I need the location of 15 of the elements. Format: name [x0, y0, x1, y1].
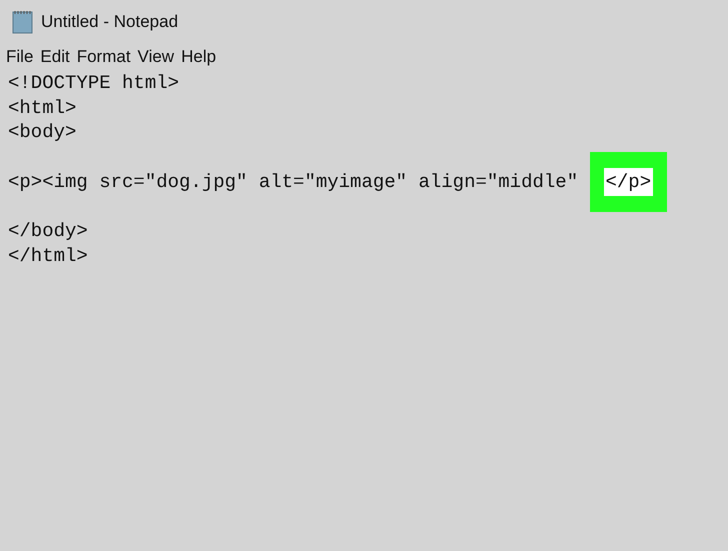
code-text: <!DOCTYPE html> [8, 71, 180, 96]
code-text: </html> [8, 244, 88, 269]
code-text: <html> [8, 96, 76, 121]
code-text: <body> [8, 120, 76, 146]
menu-item[interactable]: Help [181, 44, 216, 70]
selected-code-text: </p> [604, 168, 654, 196]
notepad-icon [12, 10, 33, 34]
window-title: Untitled - Notepad [41, 11, 178, 34]
menu-item[interactable]: File [6, 44, 34, 70]
menu-item[interactable]: Edit [40, 44, 70, 70]
menu-item[interactable]: Format [76, 44, 131, 70]
menu-item[interactable]: View [138, 44, 174, 70]
code-text: </body> [8, 219, 88, 244]
code-text: <p><img src="dog.jpg" alt="myimage" align="middle" [8, 170, 580, 195]
text-editor[interactable]: <!DOCTYPE html> <html> <body> <p><img src="dog.jpg" alt="myimage" align="middle" </p> </body> </html> [0, 70, 728, 551]
